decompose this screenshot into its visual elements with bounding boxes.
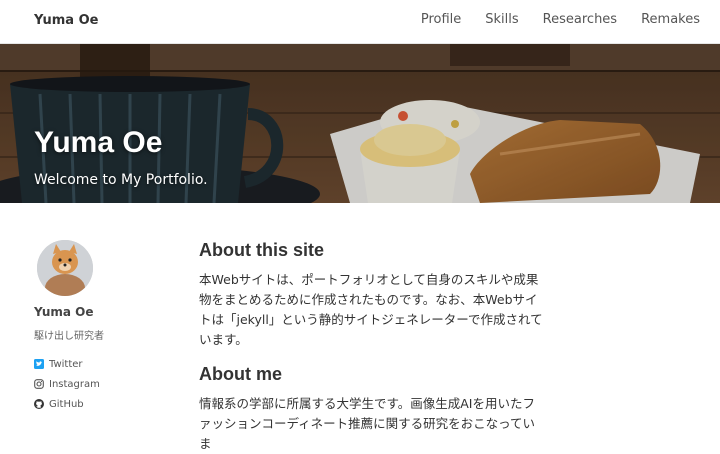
nav-link-remakes[interactable]: Remakes [641,12,700,27]
hero-banner: Yuma Oe Welcome to My Portfolio. [0,44,720,203]
author-link-twitter[interactable]: Twitter [34,354,154,374]
nav-link-skills[interactable]: Skills [485,12,518,27]
author-link-github[interactable]: GitHub [34,394,154,414]
about-site-text: 本Webサイトは、ポートフォリオとして自身のスキルや成果物をまとめるために作成さ… [199,272,543,347]
instagram-icon [34,379,44,389]
github-icon [34,399,44,409]
twitter-link-label[interactable]: Twitter [49,359,83,370]
nav-link-profile[interactable]: Profile [421,12,461,27]
about-site-heading: About this site [199,240,324,260]
avatar [37,240,93,296]
author-link-instagram[interactable]: Instagram [34,374,154,394]
hero-subtitle: Welcome to My Portfolio. [34,172,208,188]
about-me-text: 情報系の学部に所属する大学生です。画像生成AIを用いたファッションコーディネート… [199,396,536,451]
instagram-link-label[interactable]: Instagram [49,379,100,390]
author-links: Twitter Instagram GitHub [34,354,154,414]
avatar-image [37,240,93,296]
author-name: Yuma Oe [34,305,94,319]
top-navbar: Yuma Oe Profile Skills Researches Remake… [0,0,720,44]
hero-title: Yuma Oe [34,126,163,159]
author-bio: 駆け出し研究者 [34,331,104,342]
site-brand-link[interactable]: Yuma Oe [34,13,98,28]
author-sidebar: Yuma Oe 駆け出し研究者 Twitter Instagram GitHub [34,240,154,414]
nav-link-researches[interactable]: Researches [543,12,617,27]
about-me-heading: About me [199,364,282,384]
main-content: About this site 本Webサイトは、ポートフォリオとして自身のスキ… [199,240,544,454]
nav-links: Profile Skills Researches Remakes [397,12,700,27]
github-link-label[interactable]: GitHub [49,399,84,410]
twitter-icon [34,359,44,369]
